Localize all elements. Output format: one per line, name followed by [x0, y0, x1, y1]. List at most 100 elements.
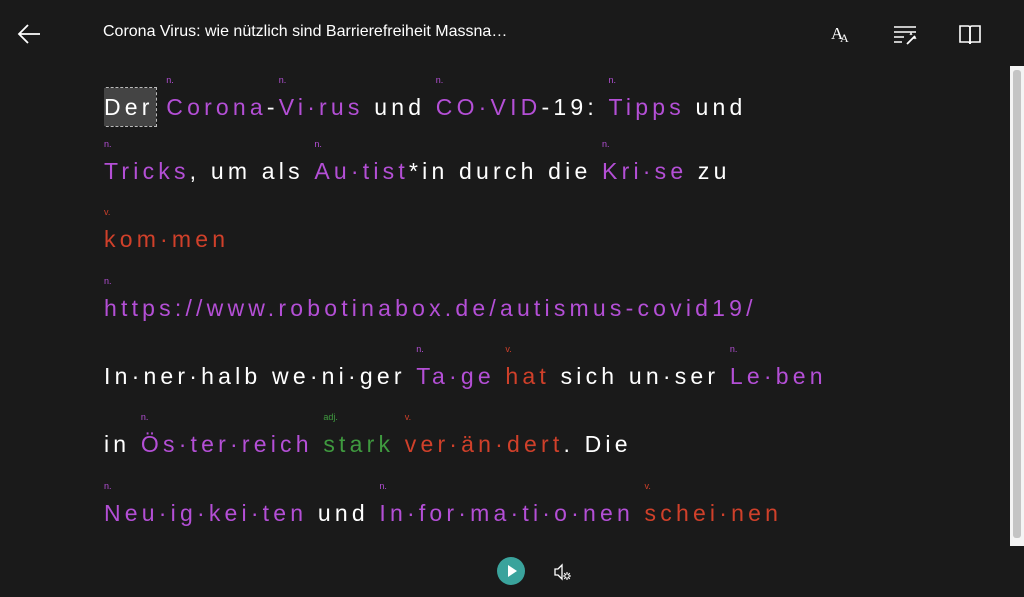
tagged-word[interactable]: Neu·ig·kei·ten n. [104, 481, 308, 528]
tagged-word[interactable]: Au·tist n. [314, 139, 409, 186]
part-of-speech-tag: n. [140, 412, 149, 422]
word-text: stark [323, 431, 395, 457]
word-text: zu [687, 158, 731, 184]
text-segment [634, 498, 645, 528]
text-segment: In·ner·halb we·ni·ger [104, 361, 416, 391]
text-segment [156, 92, 167, 122]
tagged-word[interactable]: Vi·rus n. [279, 75, 364, 122]
text-segment [313, 429, 324, 459]
text-segment: und [685, 92, 747, 122]
word-text: in [104, 431, 141, 457]
word-text: In·ner·halb we·ni·ger [104, 363, 417, 389]
reading-preferences-icon [959, 25, 981, 45]
part-of-speech-tag: n. [104, 139, 112, 149]
part-of-speech-tag: v. [505, 344, 512, 354]
text-segment: und [307, 498, 379, 528]
top-bar: Corona Virus: wie nützlich sind Barriere… [0, 0, 1024, 66]
word-text: hat [505, 363, 550, 389]
tagged-word[interactable]: CO·VID n. [435, 75, 542, 122]
word-text: , um als [189, 158, 315, 184]
tagged-word[interactable]: Ös·ter·reich n. [140, 412, 313, 459]
reader-line: Neu·ig·kei·ten n. und In·for·ma·ti·o·nen n… [104, 481, 783, 528]
text-segment: zu [687, 156, 730, 186]
reader-content: Der Corona n. -Vi·rus n. und CO·VID n. -19: T… [104, 66, 1004, 546]
tagged-word[interactable]: Kri·se n. [602, 139, 688, 186]
tagged-word[interactable]: Tipps n. [608, 75, 685, 122]
tagged-word[interactable]: https://www.robotinabox.de/autismus-covi… [104, 276, 757, 323]
tagged-word[interactable]: kom·men v. [104, 207, 229, 254]
word-text: Neu·ig·kei·ten [104, 500, 308, 526]
tagged-word[interactable]: Corona n. [166, 75, 267, 122]
play-icon [508, 565, 517, 577]
word-text [394, 431, 405, 457]
text-segment: - [267, 92, 279, 122]
part-of-speech-tag: n. [729, 344, 738, 354]
tagged-word[interactable]: schei·nen v. [645, 481, 783, 528]
part-of-speech-tag: n. [166, 75, 174, 85]
word-text: Au·tist [314, 158, 409, 184]
grammar-tools-icon [894, 26, 917, 45]
part-of-speech-tag: n. [602, 139, 610, 149]
part-of-speech-tag: n. [278, 75, 287, 85]
reading-preferences-button[interactable] [954, 18, 986, 50]
part-of-speech-tag: n. [379, 481, 387, 491]
tagged-word[interactable]: ver·än·dert v. [404, 412, 564, 459]
text-segment: . Die [563, 429, 631, 459]
scrollbar-thumb[interactable] [1013, 70, 1021, 538]
part-of-speech-tag: adj. [323, 412, 338, 422]
text-segment: -19: [541, 92, 608, 122]
word-text: und [684, 94, 747, 120]
tagged-word[interactable]: Le·ben n. [729, 344, 827, 391]
text-segment: sich un·ser [550, 361, 730, 391]
tagged-word[interactable]: stark adj. [323, 412, 395, 459]
back-button[interactable] [14, 18, 46, 50]
word-text [634, 500, 645, 526]
word-text: Le·ben [729, 363, 827, 389]
tagged-word[interactable]: Ta·ge n. [416, 344, 495, 391]
text-segment: *in durch die [409, 156, 602, 186]
word-text [313, 431, 324, 457]
word-text: sich un·ser [550, 363, 730, 389]
voice-settings-button[interactable] [552, 561, 574, 583]
word-text: Kri·se [602, 158, 688, 184]
word-text: Der [104, 94, 154, 120]
text-segment [495, 361, 506, 391]
text-segment: in [104, 429, 141, 459]
text-preferences-button[interactable]: A A [824, 18, 856, 50]
part-of-speech-tag: n. [314, 139, 322, 149]
svg-text:A: A [840, 31, 849, 45]
word-text: und [307, 500, 380, 526]
grammar-tools-button[interactable] [889, 18, 921, 50]
part-of-speech-tag: v. [104, 207, 111, 217]
reader-line: Tricks n., um als Au·tist n. *in durch die … [104, 139, 731, 186]
text-segment [394, 429, 405, 459]
word-text: -19: [541, 94, 609, 120]
word-text: https://www.robotinabox.de/autismus-covi… [104, 295, 757, 321]
word-text: . Die [563, 431, 632, 457]
focused-word[interactable]: Der [104, 87, 157, 127]
tagged-word[interactable]: hat v. [505, 344, 550, 391]
reader-line: In·ner·halb we·ni·ger Ta·ge n. hat v. sich… [104, 344, 827, 391]
word-text: und [363, 94, 436, 120]
word-text: *in durch die [408, 158, 603, 184]
word-text: Tricks [104, 158, 190, 184]
word-text: Corona [166, 94, 267, 120]
reader-line: https://www.robotinabox.de/autismus-covi… [104, 276, 757, 323]
scrollbar[interactable] [1010, 66, 1024, 546]
part-of-speech-tag: n. [435, 75, 444, 85]
play-button[interactable] [497, 557, 525, 585]
word-text: Ös·ter·reich [140, 431, 313, 457]
word-text: ver·än·dert [404, 431, 564, 457]
word-text: CO·VID [435, 94, 542, 120]
part-of-speech-tag: v. [644, 481, 651, 491]
text-segment: und [364, 92, 436, 122]
text-segment: , um als [190, 156, 315, 186]
reader-line: in Ös·ter·reich n. stark adj. ver·än·dert v… [104, 412, 632, 459]
tagged-word[interactable]: Tricks n. [104, 139, 190, 186]
word-text [495, 363, 506, 389]
word-text: Ta·ge [416, 363, 495, 389]
tagged-word[interactable]: In·for·ma·ti·o·nen n. [379, 481, 634, 528]
part-of-speech-tag: n. [104, 481, 112, 491]
word-text: In·for·ma·ti·o·nen [379, 500, 634, 526]
word-text: Tipps [608, 94, 685, 120]
